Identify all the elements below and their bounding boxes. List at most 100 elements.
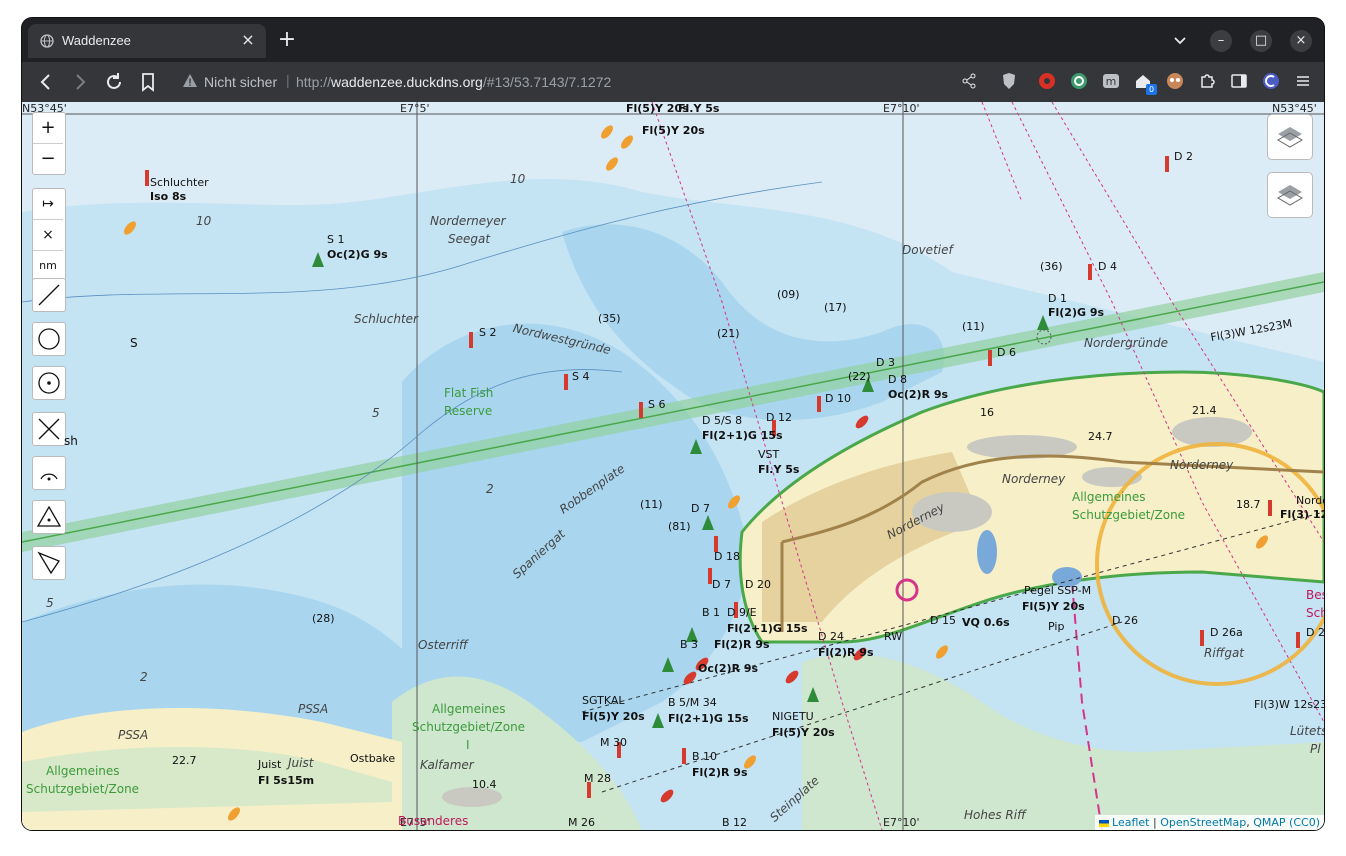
- label-nordern: Nordern: [1296, 494, 1324, 507]
- label-b12: B 12: [722, 816, 748, 829]
- label-roman-one: I: [466, 738, 470, 752]
- label-pip: Pip: [1048, 620, 1065, 633]
- label-flatfish-2: Reserve: [444, 404, 493, 418]
- harbour-icon: [895, 578, 919, 602]
- share-icon[interactable]: [960, 72, 978, 90]
- label-fl2r9s-b: Fl(2)R 9s: [714, 638, 770, 651]
- url-path: /#13/53.7143/7.1272: [482, 74, 612, 90]
- label-schluchter-buoy: Schluchter: [150, 176, 209, 189]
- label-rw: RW: [884, 630, 903, 643]
- label-b10: B 10: [692, 750, 718, 763]
- osm-link[interactable]: OpenStreetMap: [1160, 816, 1246, 829]
- wreck-icon: [1036, 329, 1052, 345]
- label-height-24-7: 24.7: [1088, 430, 1113, 443]
- tab-bar: Waddenzee × + – □ ×: [22, 18, 1324, 62]
- chevron-down-icon[interactable]: [1172, 32, 1188, 48]
- tab-waddenzee[interactable]: Waddenzee ×: [28, 24, 266, 58]
- label-depth-81: (81): [668, 520, 691, 533]
- svg-text:m: m: [1106, 75, 1117, 88]
- label-flatfish-1: Flat Fish: [444, 386, 494, 400]
- ukraine-flag-icon: [1098, 819, 1109, 827]
- label-m28: M 28: [584, 772, 611, 785]
- label-fl5y20s-c: Fl(5)Y 20s: [1022, 600, 1085, 613]
- label-b5m34: B 5/M 34: [668, 696, 717, 709]
- label-depth-11b: (11): [962, 320, 985, 333]
- label-lutets: Lütets: [1290, 724, 1324, 738]
- label-fl5s15m: Fl 5s15m: [258, 774, 315, 787]
- label-depth-10a: 10: [510, 172, 526, 186]
- nav-toolbar: Nicht sicher | http://waddenzee.duckdns.…: [22, 62, 1324, 102]
- label-height-18-7: 18.7: [1236, 498, 1261, 511]
- label-d1: D 1: [1048, 292, 1067, 305]
- back-icon[interactable]: [34, 70, 58, 94]
- m-extension-icon[interactable]: m: [1102, 72, 1120, 90]
- label-vst: VST: [758, 448, 780, 461]
- label-depth-11: (11): [640, 498, 663, 511]
- label-m30: M 30: [600, 736, 627, 749]
- new-tab-button[interactable]: +: [276, 29, 298, 52]
- close-tab-icon[interactable]: ×: [238, 30, 258, 50]
- nautical-chart-map[interactable]: N53°45' E7°5' E7°10' N53°45' E7°5' E7°10…: [22, 102, 1324, 830]
- address-bar[interactable]: Nicht sicher | http://waddenzee.duckdns.…: [176, 68, 986, 96]
- label-fl5y20s-a: Fl(5)Y 20s: [582, 710, 645, 723]
- close-window-button[interactable]: ×: [1290, 30, 1312, 52]
- label-fl3-12s: Fl(3) 12s: [1280, 508, 1324, 521]
- record-extension-icon[interactable]: [1038, 72, 1056, 90]
- label-d6: D 6: [997, 346, 1016, 359]
- profile-icon[interactable]: [1262, 72, 1280, 90]
- label-s1: S 1: [327, 233, 345, 246]
- label-depth-2a: 2: [486, 482, 494, 496]
- url-text: http://waddenzee.duckdns.org/#13/53.7143…: [296, 74, 611, 90]
- label-height-22-7: 22.7: [172, 754, 197, 767]
- label-depth-5a: 5: [372, 406, 380, 420]
- label-s4: S 4: [572, 370, 590, 383]
- brave-shield-icon[interactable]: [1000, 72, 1018, 90]
- warning-icon[interactable]: [182, 73, 198, 89]
- label-sh: sh: [64, 434, 78, 448]
- label-oc2r9s-b: Oc(2)R 9s: [698, 662, 759, 675]
- browser-window: Waddenzee × + – □ × Nicht sicher | http:…: [22, 18, 1324, 830]
- label-sgtkal: SGTKAL: [582, 694, 625, 707]
- qmap-link[interactable]: QMAP (CC0): [1253, 816, 1320, 829]
- leaflet-link[interactable]: Leaflet: [1112, 816, 1149, 829]
- reload-icon[interactable]: [102, 70, 126, 94]
- label-allgemeines-center-2: Schutzgebiet/Zone: [412, 720, 526, 734]
- bookmark-icon[interactable]: [136, 70, 160, 94]
- map-attribution: Leaflet | OpenStreetMap, QMAP (CC0): [1094, 815, 1324, 830]
- label-depth-2b: 2: [140, 670, 148, 684]
- label-depth-35: (35): [598, 312, 621, 325]
- label-schluchter-area: Schluchter: [354, 312, 418, 326]
- label-d15: D 15: [930, 614, 956, 627]
- label-m26: M 26: [568, 816, 595, 829]
- url-separator: |: [286, 72, 290, 88]
- menu-icon[interactable]: [1294, 72, 1312, 90]
- label-d26: D 26: [1112, 614, 1138, 627]
- url-prefix: http://: [296, 74, 332, 90]
- label-fl2p1g15s-b: Fl(2+1)G 15s: [727, 622, 808, 635]
- label-d3: D 3: [876, 356, 895, 369]
- label-b3: B 3: [680, 638, 699, 651]
- face-extension-icon[interactable]: [1166, 72, 1184, 90]
- label-depth-17: (17): [824, 301, 847, 314]
- label-d2: D 2: [1174, 150, 1193, 163]
- puzzle-extensions-icon[interactable]: [1198, 72, 1216, 90]
- label-norderney-east: Norderney: [1170, 458, 1234, 472]
- sidebar-icon[interactable]: [1230, 72, 1248, 90]
- minimize-button[interactable]: –: [1210, 30, 1232, 52]
- label-depth-09: (09): [777, 288, 800, 301]
- label-ostbake: Ostbake: [350, 752, 396, 765]
- url-host: waddenzee.duckdns.org: [331, 74, 483, 90]
- label-d5s8: D 5/S 8: [702, 414, 743, 427]
- insecure-label: Nicht sicher: [204, 74, 278, 90]
- maximize-button[interactable]: □: [1250, 30, 1272, 52]
- label-depth-5b: 5: [46, 596, 54, 610]
- label-allgemeines-center-1: Allgemeines: [432, 702, 506, 716]
- label-vq06s: VQ 0.6s: [962, 616, 1010, 629]
- label-oc2g9s: Oc(2)G 9s: [327, 248, 388, 261]
- sync-extension-icon[interactable]: [1070, 72, 1088, 90]
- label-d20: D 20: [745, 578, 771, 591]
- label-d12: D 12: [766, 411, 792, 424]
- forward-icon[interactable]: [68, 70, 92, 94]
- label-pssa-2: PSSA: [298, 702, 329, 716]
- label-d7-mid: D 7: [712, 578, 731, 591]
